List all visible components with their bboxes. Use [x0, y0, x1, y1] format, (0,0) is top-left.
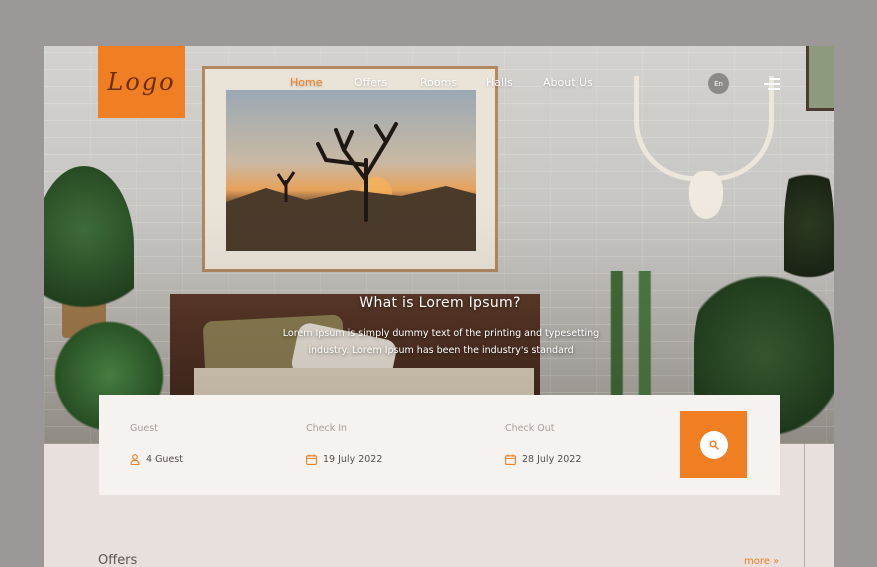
nav-item-halls[interactable]: Halls — [486, 76, 513, 89]
language-switcher[interactable]: En — [708, 73, 729, 94]
nav-item-home[interactable]: Home — [290, 76, 322, 89]
check-in-field[interactable]: 19 July 2022 — [306, 454, 382, 465]
language-label: En — [714, 79, 723, 88]
search-icon — [708, 439, 719, 450]
booking-bar: Guest 4 Guest Check In 19 July 2022 Chec… — [99, 395, 780, 495]
nav-item-offers[interactable]: Offers — [354, 76, 387, 89]
person-icon — [130, 454, 140, 465]
check-out-field[interactable]: 28 July 2022 — [505, 454, 581, 465]
calendar-icon — [306, 454, 317, 465]
hamburger-menu-icon[interactable] — [764, 78, 780, 90]
hero-title: What is Lorem Ipsum? — [359, 295, 521, 311]
offers-heading: Offers — [98, 553, 138, 567]
landing-page: Logo Home Offers Rooms Halls About Us En… — [44, 46, 834, 567]
check-out-value: 28 July 2022 — [522, 454, 582, 465]
guest-field[interactable]: 4 Guest — [130, 454, 183, 465]
check-in-label: Check In — [306, 423, 348, 434]
check-in-value: 19 July 2022 — [323, 454, 383, 465]
logo-text: Logo — [107, 68, 176, 96]
logo[interactable]: Logo — [98, 46, 185, 118]
guest-label: Guest — [130, 423, 158, 434]
guest-value: 4 Guest — [146, 454, 183, 465]
more-offers-link[interactable]: more » — [744, 556, 779, 567]
search-circle — [699, 430, 728, 459]
calendar-icon — [505, 454, 516, 465]
nav-item-about-us[interactable]: About Us — [543, 76, 593, 89]
divider-line — [804, 444, 805, 567]
check-out-label: Check Out — [505, 423, 555, 434]
hero-description: Lorem Ipsum is simply dummy text of the … — [282, 328, 600, 356]
search-button[interactable] — [680, 411, 747, 478]
nav-item-rooms[interactable]: Rooms — [420, 76, 457, 89]
